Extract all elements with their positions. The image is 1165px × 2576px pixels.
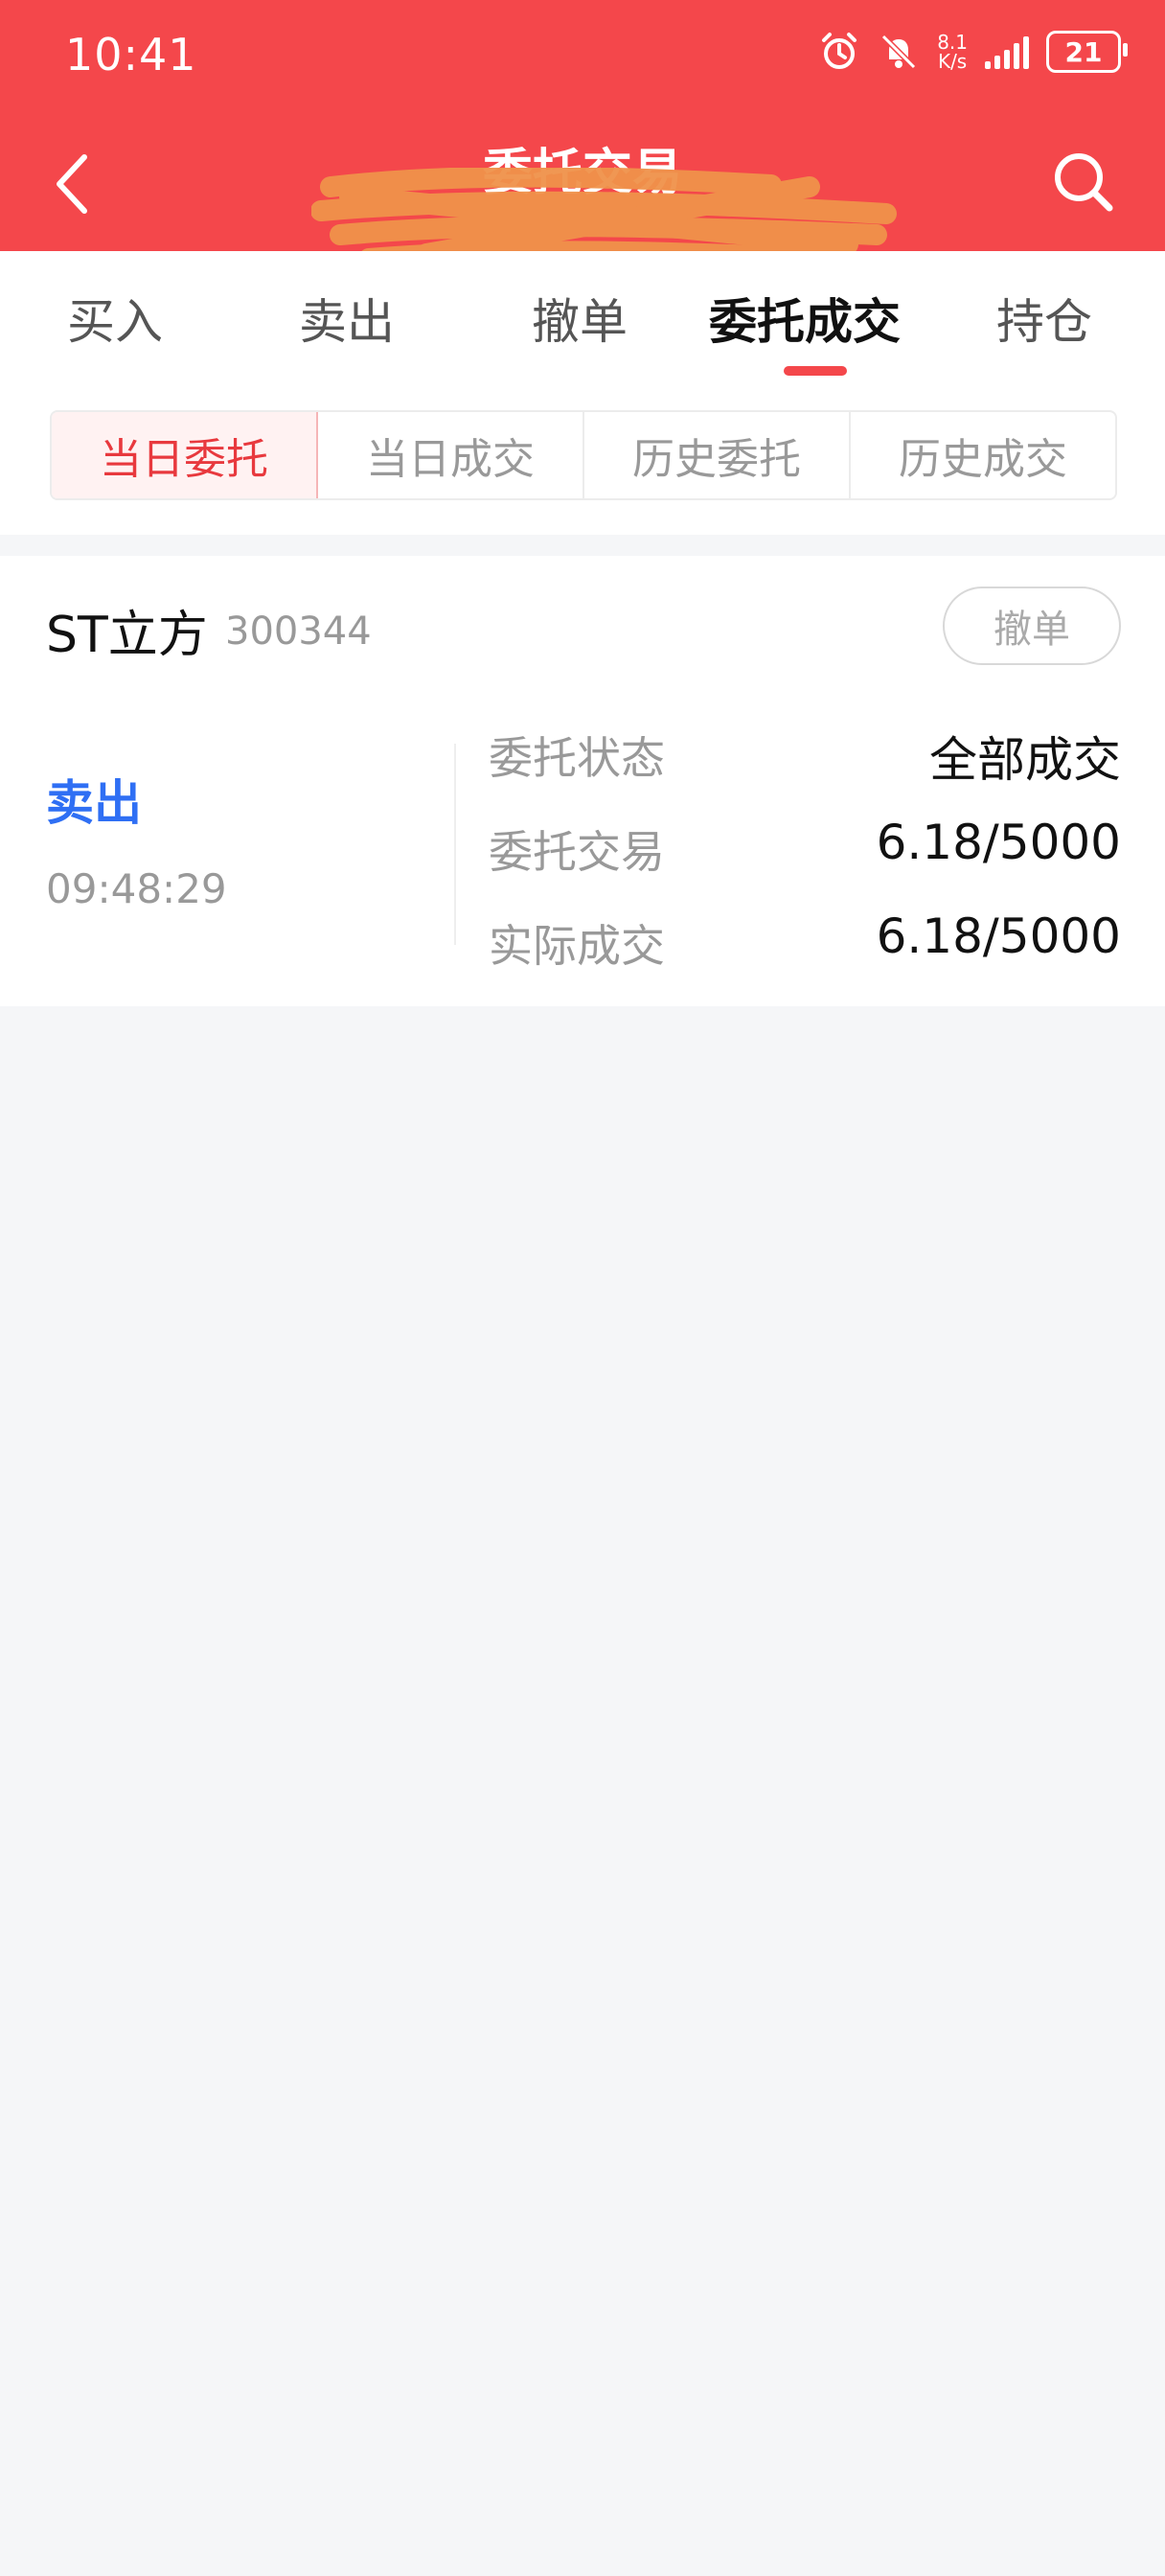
bell-off-icon	[878, 31, 920, 73]
stock-code: 300344	[225, 610, 372, 654]
main-tabs: 买入 卖出 撤单 委托成交 持仓	[0, 251, 1165, 380]
active-tab-indicator	[784, 366, 847, 376]
alarm-icon	[818, 31, 860, 73]
filled-price-qty-label: 实际成交	[489, 920, 665, 972]
tab-orders-trades[interactable]: 委托成交	[709, 284, 901, 353]
tab-sell[interactable]: 卖出	[299, 284, 395, 353]
order-card: ST立方 300344 撤单 卖出 09:48:29 委托状态 全部成交 委托交…	[0, 556, 1165, 1006]
network-speed: 8.1 K/s	[937, 33, 968, 71]
order-status-value: 全部成交	[929, 732, 1121, 788]
order-time: 09:48:29	[46, 865, 227, 912]
subtab-history-trades[interactable]: 历史成交	[851, 412, 1115, 498]
header-bar: 10:41 8.1 K/s 21 委托交易	[0, 0, 1165, 269]
order-price-qty-label: 委托交易	[489, 826, 665, 878]
order-side: 卖出	[46, 775, 142, 831]
card-divider	[454, 744, 456, 945]
status-icons: 8.1 K/s 21	[818, 31, 1128, 73]
signal-icon	[985, 34, 1029, 69]
filled-price-qty-value: 6.18/5000	[876, 908, 1121, 964]
stock-name: ST立方	[46, 607, 208, 664]
status-time: 10:41	[65, 29, 197, 80]
battery-icon: 21	[1046, 31, 1128, 73]
sub-tab-bar: 当日委托 当日成交 历史委托 历史成交	[0, 378, 1165, 535]
net-speed-value: 8.1	[937, 31, 968, 54]
subtab-today-orders[interactable]: 当日委托	[52, 412, 318, 498]
segmented-control: 当日委托 当日成交 历史委托 历史成交	[50, 410, 1117, 500]
tab-positions[interactable]: 持仓	[996, 284, 1092, 353]
battery-level: 21	[1064, 35, 1103, 68]
net-speed-unit: K/s	[937, 50, 968, 73]
cancel-order-button[interactable]: 撤单	[943, 586, 1121, 665]
tab-buy[interactable]: 买入	[67, 284, 163, 353]
subtab-today-trades[interactable]: 当日成交	[318, 412, 584, 498]
subtab-history-orders[interactable]: 历史委托	[584, 412, 851, 498]
search-icon[interactable]	[1050, 149, 1117, 216]
tab-cancel[interactable]: 撤单	[532, 284, 628, 353]
order-price-qty-value: 6.18/5000	[876, 815, 1121, 870]
order-status-label: 委托状态	[489, 732, 665, 784]
